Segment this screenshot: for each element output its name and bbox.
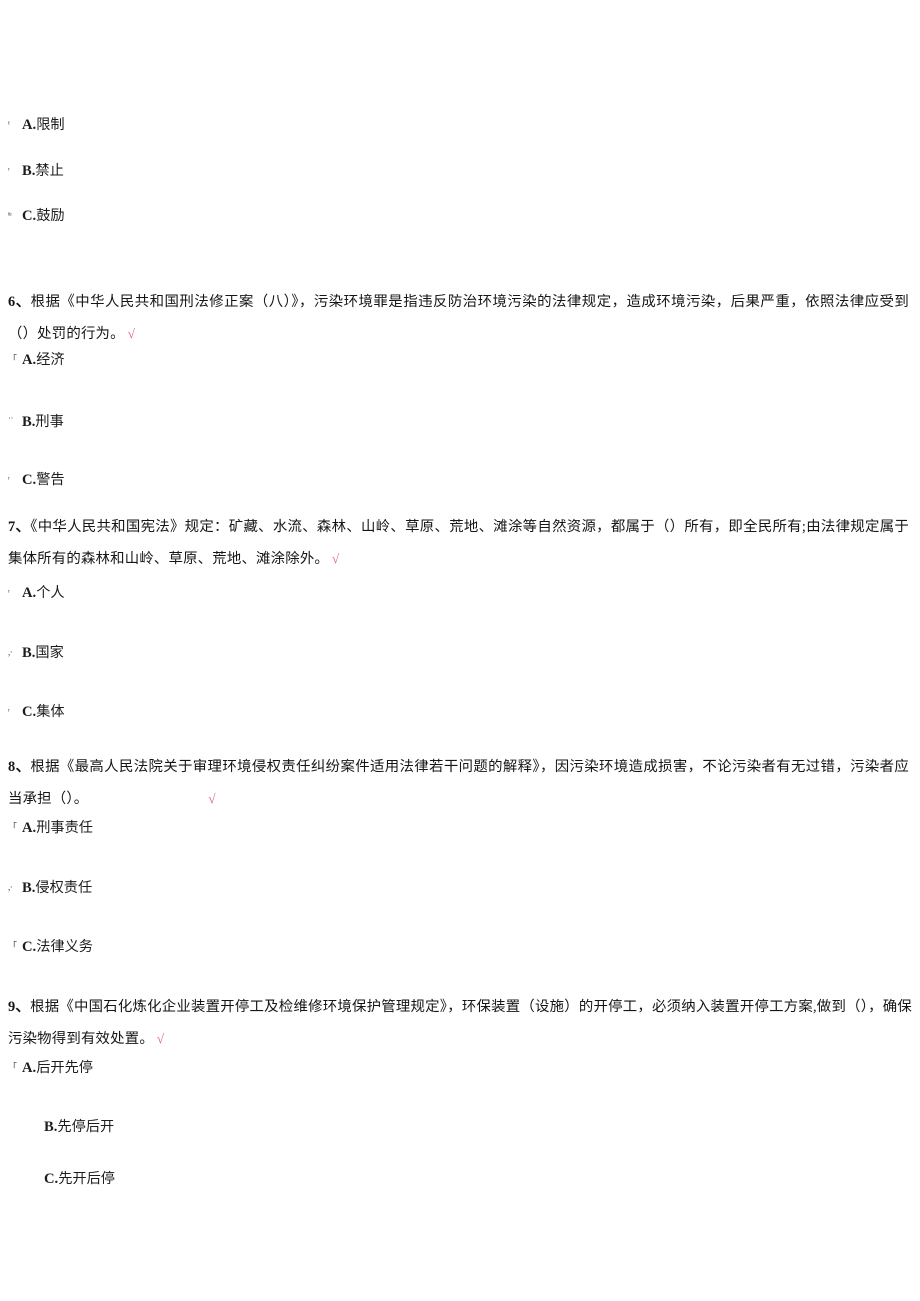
option-text: 集体 bbox=[36, 704, 65, 721]
option-letter: A. bbox=[22, 820, 37, 836]
option-text: 刑事责任 bbox=[36, 820, 93, 836]
option-letter: C. bbox=[22, 208, 37, 225]
option-letter: C. bbox=[22, 704, 37, 721]
question-block-q7: 7、《中华人民共和国宪法》规定：矿藏、水流、森林、山岭、草原、荒地、滩涂等自然资… bbox=[8, 512, 909, 575]
option-text: 刑事 bbox=[35, 413, 64, 430]
option-item[interactable]: B.先停后开 bbox=[8, 1118, 912, 1135]
question-block-q9: 9、根据《中国石化炼化企业装置开停工及检维修环境保护管理规定》，环保装置（设施）… bbox=[8, 992, 912, 1055]
option-item-selected[interactable]: ,· B.国家 bbox=[8, 644, 912, 661]
option-letter: B. bbox=[22, 879, 36, 896]
question-block-q8: 8、根据《最高人民法院关于审理环境侵权责任纠纷案件适用法律若干问题的解释》，因污… bbox=[8, 752, 909, 815]
option-text: 限制 bbox=[36, 117, 65, 133]
option-list: 「A.刑事责任 ,· B.侵权责任 「C.法律义务 bbox=[8, 821, 912, 955]
option-letter: B. bbox=[44, 1118, 58, 1135]
question-number: 8、 bbox=[8, 759, 31, 775]
option-group-q9: 「A.后开先停 B.先停后开 C.先开后停 bbox=[8, 1061, 912, 1187]
option-list: 「A.后开先停 B.先停后开 C.先开后停 bbox=[8, 1061, 912, 1187]
answer-tick-icon: √ bbox=[127, 326, 135, 341]
question-stem: 6、根据《中华人民共和国刑法修正案（八）》，污染环境罪是指违反防治环境污染的法律… bbox=[8, 287, 909, 350]
answer-tick-icon: √ bbox=[156, 1031, 165, 1046]
option-item[interactable]: 「A.经济 bbox=[8, 353, 912, 368]
option-item[interactable]: ʳ C.警告 bbox=[8, 473, 912, 488]
option-item-selected[interactable]: ,· B.侵权责任 bbox=[8, 879, 912, 896]
option-text: 禁止 bbox=[35, 162, 64, 179]
option-group-q6: 「A.经济 ˙˙ B.刑事 ʳ C.警告 bbox=[8, 353, 912, 488]
option-letter: A. bbox=[22, 585, 37, 601]
option-item[interactable]: ᶠᵉ C.鼓励 bbox=[8, 209, 912, 224]
option-item[interactable]: 「A.后开先停 bbox=[8, 1061, 912, 1076]
question-number: 7、 bbox=[8, 519, 31, 535]
option-item[interactable]: ʳ B.禁止 bbox=[8, 162, 912, 179]
radio-marker-selected-icon[interactable]: ˙˙ bbox=[8, 416, 22, 426]
option-text: 个人 bbox=[36, 585, 65, 601]
option-letter: C. bbox=[22, 472, 37, 489]
option-letter: B. bbox=[22, 413, 36, 430]
option-list: ʳ A.个人 ,· B.国家 ʳ C.集体 bbox=[8, 586, 912, 720]
option-list: 「A.经济 ˙˙ B.刑事 ʳ C.警告 bbox=[8, 353, 912, 488]
question-text: 《中华人民共和国宪法》规定：矿藏、水流、森林、山岭、草原、荒地、滩涂等自然资源，… bbox=[8, 519, 909, 567]
answer-tick-icon: √ bbox=[208, 791, 216, 806]
option-item[interactable]: 「A.刑事责任 bbox=[8, 821, 912, 836]
option-item-selected[interactable]: ˙˙ B.刑事 bbox=[8, 413, 912, 430]
question-number: 9、 bbox=[8, 999, 31, 1015]
radio-marker-icon[interactable]: ʳ bbox=[8, 588, 22, 597]
option-letter: A. bbox=[22, 1060, 37, 1076]
radio-marker-icon[interactable]: ʳ bbox=[8, 165, 22, 175]
option-letter: A. bbox=[22, 117, 37, 133]
option-item[interactable]: C.先开后停 bbox=[8, 1172, 912, 1187]
question-stem: 9、根据《中国石化炼化企业装置开停工及检维修环境保护管理规定》，环保装置（设施）… bbox=[8, 992, 912, 1055]
question-number: 6、 bbox=[8, 294, 31, 310]
option-list: ᶠ A.限制 ʳ B.禁止 ᶠᵉ C.鼓励 bbox=[8, 118, 912, 224]
option-item[interactable]: ᶠ A.限制 bbox=[8, 118, 912, 133]
question-block-q5-continued: ᶠ A.限制 ʳ B.禁止 ᶠᵉ C.鼓励 bbox=[8, 118, 912, 224]
radio-marker-icon[interactable]: ʳ bbox=[8, 475, 22, 484]
option-text: 后开先停 bbox=[36, 1060, 93, 1076]
option-letter: C. bbox=[44, 1171, 59, 1188]
option-item[interactable]: 「C.法律义务 bbox=[8, 940, 912, 955]
document-page: ᶠ A.限制 ʳ B.禁止 ᶠᵉ C.鼓励 6、根据《中华人民共和国刑法修正案（八）》… bbox=[0, 0, 920, 1301]
option-letter: B. bbox=[22, 162, 36, 179]
option-letter: B. bbox=[22, 644, 36, 661]
radio-marker-icon[interactable]: 「 bbox=[8, 355, 22, 364]
radio-marker-selected-icon[interactable]: ,· bbox=[8, 647, 22, 657]
answer-tick-icon: √ bbox=[332, 551, 340, 566]
option-text: 国家 bbox=[35, 644, 64, 661]
radio-marker-icon[interactable]: 「 bbox=[8, 942, 22, 951]
question-stem: 8、根据《最高人民法院关于审理环境侵权责任纠纷案件适用法律若干问题的解释》，因污… bbox=[8, 752, 909, 815]
option-text: 侵权责任 bbox=[35, 879, 93, 896]
radio-marker-icon[interactable]: ᶠ bbox=[8, 120, 22, 129]
question-text: 根据《中华人民共和国刑法修正案（八）》，污染环境罪是指违反防治环境污染的法律规定… bbox=[8, 294, 909, 342]
option-text: 法律义务 bbox=[36, 939, 93, 956]
radio-marker-icon[interactable]: 「 bbox=[8, 823, 22, 832]
radio-marker-selected-icon[interactable]: ,· bbox=[8, 882, 22, 892]
question-block-q6: 6、根据《中华人民共和国刑法修正案（八）》，污染环境罪是指违反防治环境污染的法律… bbox=[8, 287, 909, 350]
option-text: 鼓励 bbox=[36, 208, 65, 225]
radio-marker-icon[interactable]: 「 bbox=[8, 1063, 22, 1072]
question-text: 根据《中国石化炼化企业装置开停工及检维修环境保护管理规定》，环保装置（设施）的开… bbox=[8, 999, 912, 1047]
option-text: 先开后停 bbox=[58, 1171, 115, 1188]
option-letter: A. bbox=[22, 352, 37, 368]
question-stem: 7、《中华人民共和国宪法》规定：矿藏、水流、森林、山岭、草原、荒地、滩涂等自然资… bbox=[8, 512, 909, 575]
radio-marker-icon[interactable]: ᶠᵉ bbox=[8, 211, 22, 220]
option-text: 经济 bbox=[36, 352, 65, 368]
option-letter: C. bbox=[22, 939, 37, 956]
option-text: 警告 bbox=[36, 472, 65, 489]
radio-marker-icon[interactable]: ʳ bbox=[8, 707, 22, 716]
option-item[interactable]: ʳ A.个人 bbox=[8, 586, 912, 601]
option-group-q8: 「A.刑事责任 ,· B.侵权责任 「C.法律义务 bbox=[8, 821, 912, 955]
option-item[interactable]: ʳ C.集体 bbox=[8, 705, 912, 720]
option-group-q7: ʳ A.个人 ,· B.国家 ʳ C.集体 bbox=[8, 586, 912, 720]
option-text: 先停后开 bbox=[57, 1118, 115, 1135]
